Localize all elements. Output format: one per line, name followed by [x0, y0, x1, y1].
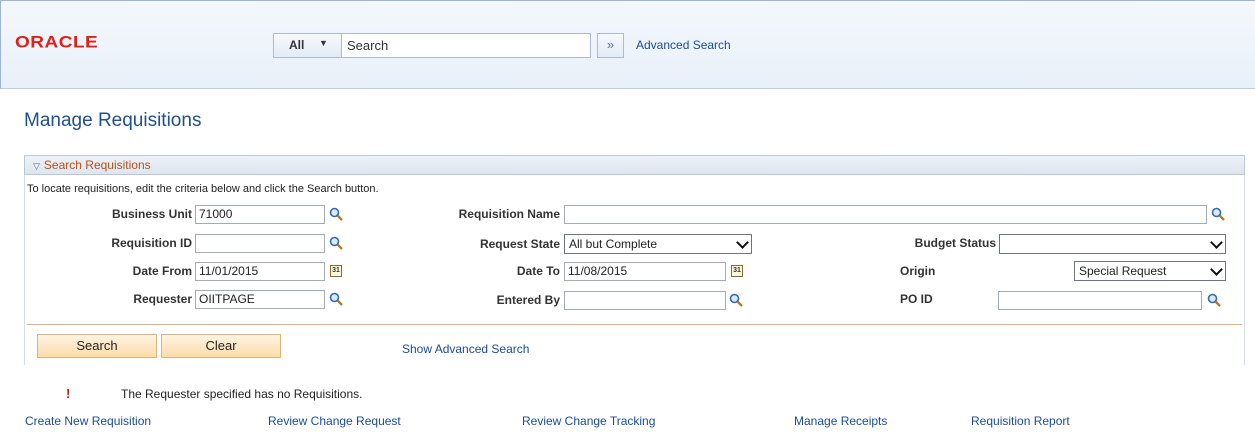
request-state-select[interactable]: All but Complete — [564, 234, 752, 254]
status-message: The Requester specified has no Requisiti… — [121, 387, 363, 401]
requisition-report-link[interactable]: Requisition Report — [971, 414, 1070, 428]
budget-status-label: Budget Status — [914, 236, 996, 250]
date-to-label: Date To — [516, 264, 560, 278]
requisition-id-field[interactable] — [195, 234, 325, 253]
lookup-magnifier-icon[interactable] — [329, 236, 343, 250]
requisition-id-label: Requisition ID — [111, 236, 192, 250]
date-to-field[interactable]: 11/08/2015 — [564, 262, 726, 281]
budget-status-select[interactable] — [999, 234, 1226, 254]
business-unit-field[interactable]: 71000 — [195, 205, 325, 224]
show-advanced-search-link[interactable]: Show Advanced Search — [402, 342, 529, 356]
po-id-field[interactable] — [998, 291, 1202, 310]
search-button[interactable]: Search — [37, 334, 157, 358]
requester-label: Requester — [133, 292, 192, 306]
search-instructions: To locate requisitions, edit the criteri… — [27, 183, 379, 195]
po-id-label: PO ID — [900, 292, 933, 306]
warning-icon: ! — [66, 386, 71, 401]
chevron-down-icon — [1210, 236, 1223, 249]
caret-down-icon: ▼ — [319, 38, 328, 48]
requisition-name-label: Requisition Name — [458, 207, 560, 221]
request-state-label: Request State — [479, 237, 560, 251]
collapse-triangle-icon: ▽ — [33, 161, 40, 171]
lookup-magnifier-icon[interactable] — [729, 293, 743, 307]
global-search: All ▼ — [273, 33, 591, 58]
advanced-search-link[interactable]: Advanced Search — [636, 38, 731, 52]
search-scope-dropdown[interactable]: All ▼ — [274, 34, 342, 57]
request-state-value: All but Complete — [569, 237, 658, 251]
date-from-field[interactable]: 11/01/2015 — [195, 262, 325, 281]
lookup-magnifier-icon[interactable] — [329, 207, 343, 221]
search-panel-title: Search Requisitions — [43, 158, 151, 172]
search-go-button[interactable]: » — [597, 33, 624, 58]
requisition-name-field[interactable] — [564, 205, 1207, 224]
double-chevron-right-icon: » — [606, 37, 615, 52]
search-input[interactable] — [343, 34, 589, 57]
chevron-down-icon — [736, 236, 749, 249]
origin-label: Origin — [900, 264, 936, 278]
review-change-tracking-link[interactable]: Review Change Tracking — [522, 414, 655, 428]
calendar-icon[interactable]: 31 — [330, 265, 342, 277]
header-bar — [0, 0, 1255, 89]
search-scope-label: All — [289, 38, 305, 52]
requester-field[interactable]: OIITPAGE — [195, 290, 325, 309]
business-unit-label: Business Unit — [111, 207, 192, 221]
origin-select[interactable]: Special Request — [1074, 261, 1226, 281]
lookup-magnifier-icon[interactable] — [1211, 207, 1225, 221]
panel-divider — [27, 324, 1242, 325]
lookup-magnifier-icon[interactable] — [1207, 293, 1221, 307]
entered-by-field[interactable] — [564, 291, 726, 310]
lookup-magnifier-icon[interactable] — [329, 292, 343, 306]
create-new-requisition-link[interactable]: Create New Requisition — [25, 414, 151, 428]
origin-value: Special Request — [1079, 264, 1167, 278]
manage-receipts-link[interactable]: Manage Receipts — [794, 414, 887, 428]
entered-by-label: Entered By — [496, 293, 560, 307]
search-panel-header[interactable]: ▽ Search Requisitions — [24, 155, 1245, 175]
calendar-icon[interactable]: 31 — [731, 265, 743, 277]
chevron-down-icon — [1210, 263, 1223, 276]
review-change-request-link[interactable]: Review Change Request — [268, 414, 401, 428]
page-title: Manage Requisitions — [24, 110, 202, 131]
clear-button[interactable]: Clear — [161, 334, 281, 358]
date-from-label: Date From — [132, 264, 192, 278]
oracle-logo: ORACLE — [15, 33, 99, 52]
